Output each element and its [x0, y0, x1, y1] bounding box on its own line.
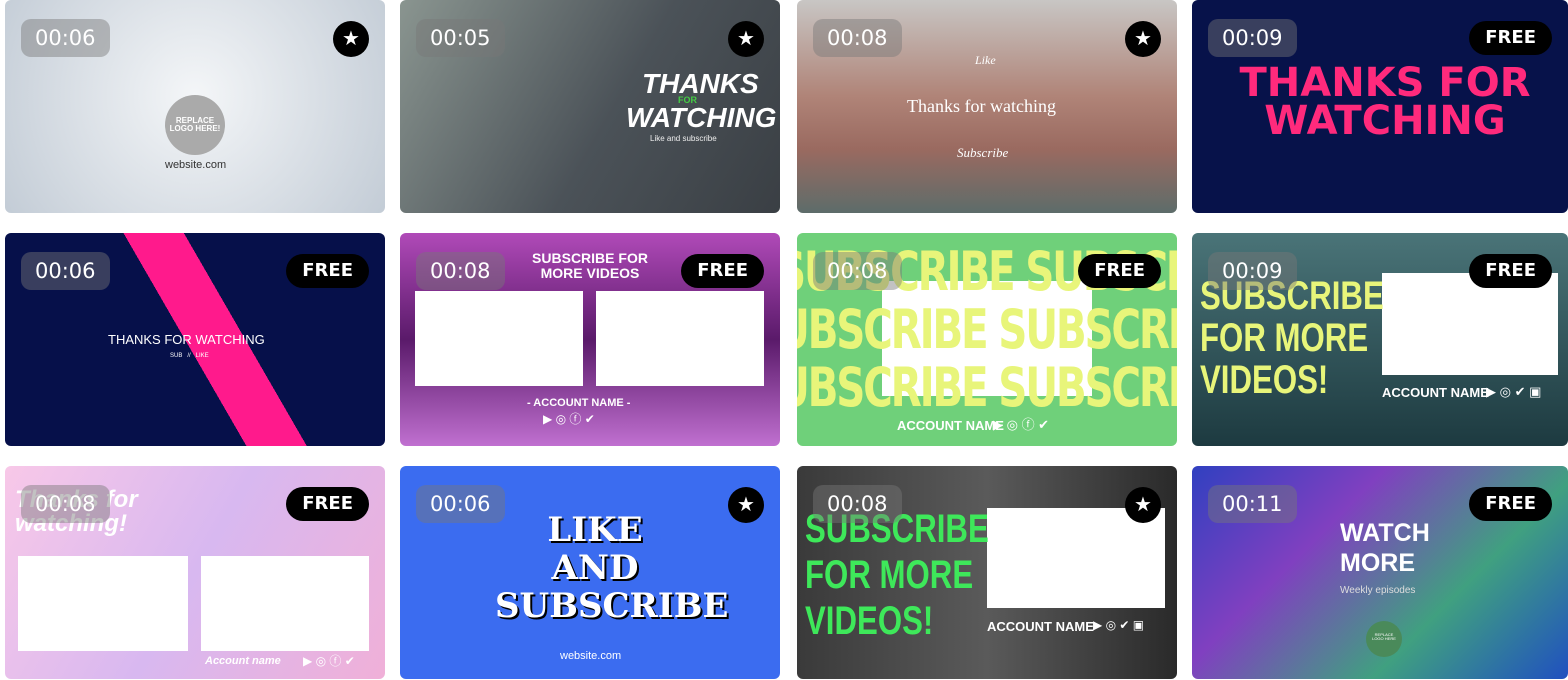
thumbnail-text: THANKS [642, 68, 759, 99]
duration-badge: 00:08 [21, 485, 110, 523]
thumbnail-text: website.com [165, 159, 227, 171]
template-card[interactable]: 00:08 FREE SUBSCRIBE FOR MORE VIDEOS - ACCO… [400, 233, 780, 446]
template-card[interactable]: 00:06 FREE THANKS FOR WATCHING SUB // LIKE [5, 233, 385, 446]
duration-badge: 00:08 [813, 252, 902, 290]
template-card[interactable]: 00:08 ★ SUBSCRIBE FOR MORE VIDEOS! ACCOUNT … [797, 466, 1177, 679]
thumbnail-text: Account name [205, 655, 281, 667]
duration-badge: 00:06 [416, 485, 505, 523]
free-badge: FREE [681, 254, 764, 288]
premium-star-icon: ★ [728, 21, 764, 57]
template-card[interactable]: 00:08 ★ Like Thanks for watching Subscribe [797, 0, 1177, 213]
thumbnail-text: SUB // LIKE [170, 353, 209, 359]
thumbnail-text: ▶ ◎ ⓕ ✔ [993, 417, 1050, 432]
thumbnail-text: ACCOUNT NAME [1382, 385, 1489, 400]
thumbnail-text: ▶ ◎ ⓕ ✔ [303, 654, 355, 668]
duration-badge: 00:09 [1208, 252, 1297, 290]
thumbnail-text: WATCH MORE [1340, 519, 1430, 577]
video-placeholder [987, 508, 1165, 608]
duration-badge: 00:08 [813, 485, 902, 523]
thumbnail-text: ▶ ◎ ✔ ▣ [1486, 384, 1542, 399]
thumbnail-text: Subscribe [957, 145, 1009, 160]
free-badge: FREE [1469, 254, 1552, 288]
thumbnail-text: - ACCOUNT NAME - [527, 397, 631, 409]
thumbnail-text: ACCOUNT NAME [897, 418, 1004, 433]
thumbnail-text: Weekly episodes [1340, 585, 1416, 596]
premium-star-icon: ★ [333, 21, 369, 57]
thumbnail-text: Thanks for watching [907, 96, 1056, 116]
template-card[interactable]: 00:06 ★ LIKE AND SUBSCRIBE website.com [400, 466, 780, 679]
free-badge: FREE [286, 487, 369, 521]
duration-badge: 00:05 [416, 19, 505, 57]
thumbnail-text: Like and subscribe [650, 134, 717, 143]
template-card[interactable]: 00:11 FREE WATCH MORE Weekly episodes REPLAC… [1192, 466, 1568, 679]
video-placeholder [1382, 273, 1558, 375]
duration-badge: 00:11 [1208, 485, 1297, 523]
thumbnail-text: ▶ ◎ ⓕ ✔ [543, 412, 595, 426]
duration-badge: 00:08 [416, 252, 505, 290]
thumbnail-text: ACCOUNT NAME [987, 619, 1094, 634]
free-badge: FREE [1469, 21, 1552, 55]
video-placeholder [201, 556, 369, 651]
premium-star-icon: ★ [1125, 21, 1161, 57]
thumbnail-text: LIKE AND SUBSCRIBE [495, 510, 729, 626]
thumbnail-text: REPLACE LOGO HERE [1366, 621, 1402, 657]
free-badge: FREE [1469, 487, 1552, 521]
duration-badge: 00:06 [21, 252, 110, 290]
free-badge: FREE [286, 254, 369, 288]
video-placeholder [596, 291, 764, 386]
video-placeholder [18, 556, 188, 651]
duration-badge: 00:08 [813, 19, 902, 57]
duration-badge: 00:06 [21, 19, 110, 57]
template-card[interactable]: 00:08 FREE Thanks for watching! Account nam… [5, 466, 385, 679]
premium-star-icon: ★ [1125, 487, 1161, 523]
thumbnail-text: Like [975, 53, 996, 67]
thumbnail-text: ▶ ◎ ✔ ▣ [1093, 618, 1145, 632]
thumbnail-text: THANKS FOR WATCHING [108, 332, 265, 347]
template-card[interactable]: 00:09 FREE THANKS FOR WATCHING [1192, 0, 1568, 213]
video-placeholder [415, 291, 583, 386]
free-badge: FREE [1078, 254, 1161, 288]
thumbnail-text: website.com [560, 650, 622, 662]
template-card[interactable]: 00:08FREESUBSCRIBE SUBSCRIBE UBSCRIBE SU… [797, 233, 1177, 446]
thumbnail-text: SUBSCRIBE FOR MORE VIDEOS! [1200, 274, 1384, 402]
premium-star-icon: ★ [728, 487, 764, 523]
thumbnail-text: THANKS FOR WATCHING [1239, 60, 1531, 144]
template-card[interactable]: 00:09 FREE SUBSCRIBE FOR MORE VIDEOS! ACCOU… [1192, 233, 1568, 446]
thumbnail-text: WATCHING [626, 102, 777, 133]
thumbnail-text: SUBSCRIBE FOR MORE VIDEOS [532, 250, 648, 281]
thumbnail-text: SUBSCRIBE FOR MORE VIDEOS! [805, 507, 989, 643]
template-card[interactable]: 00:06 ★ REPLACE LOGO HERE! website.com [5, 0, 385, 213]
thumbnail-text: REPLACE LOGO HERE! [165, 95, 225, 155]
duration-badge: 00:09 [1208, 19, 1297, 57]
template-card[interactable]: 00:05 ★ THANKS FOR WATCHING Like and subscrib… [400, 0, 780, 213]
